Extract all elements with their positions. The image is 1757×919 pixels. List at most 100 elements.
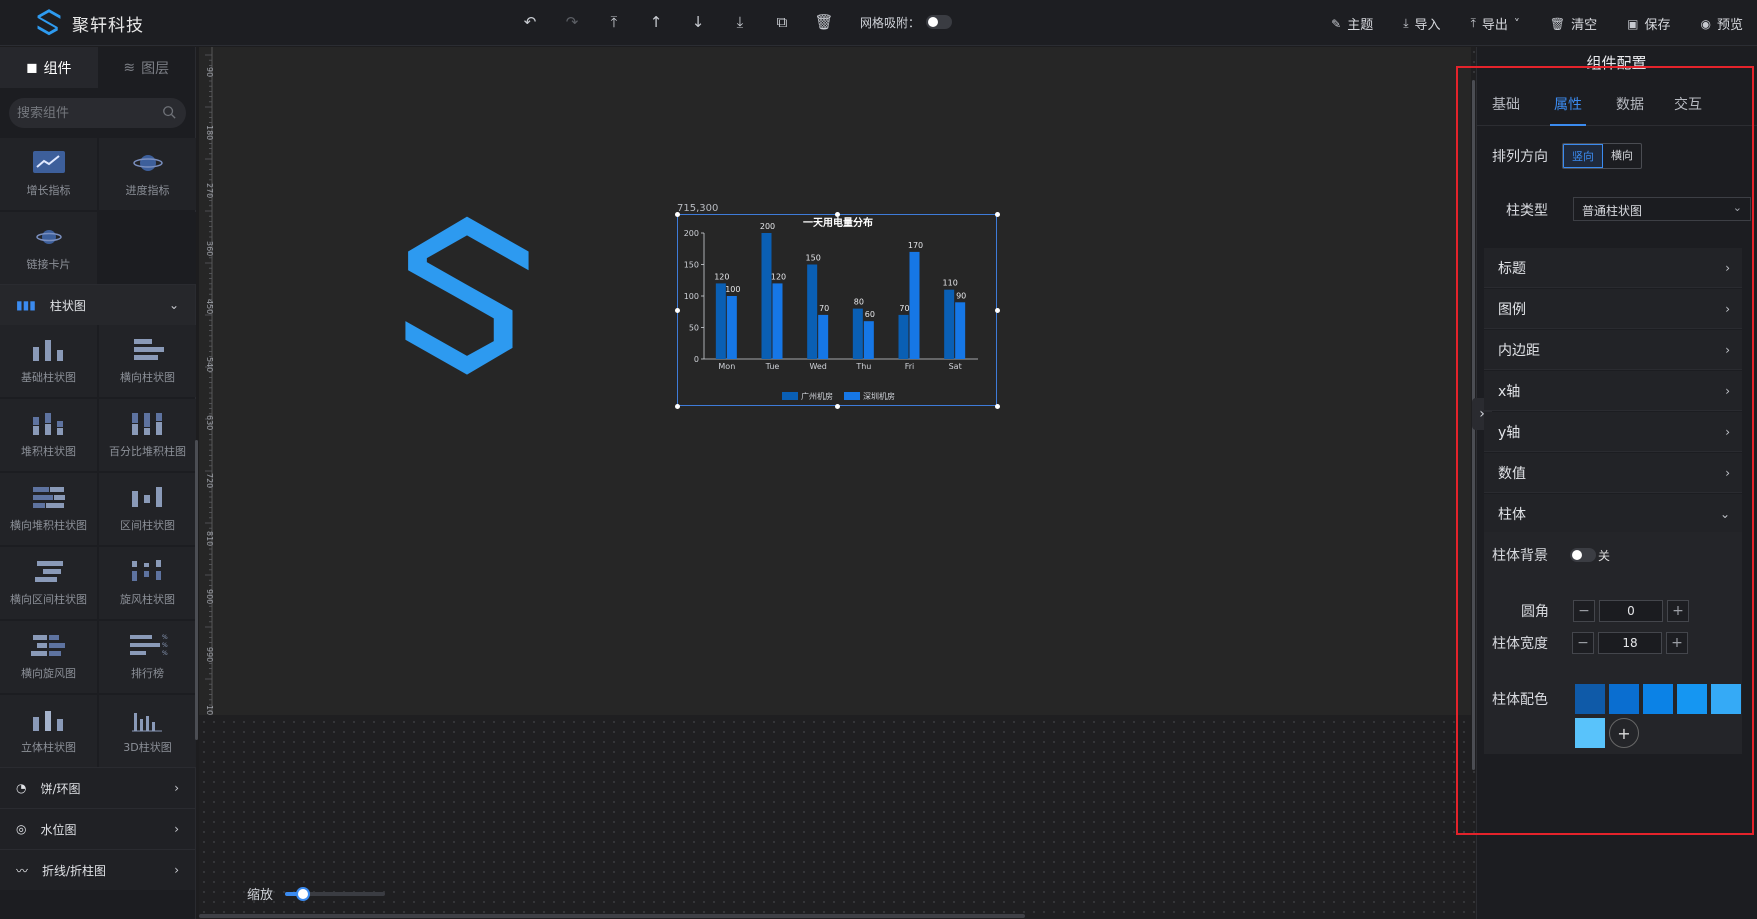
ruler-label: 900 xyxy=(205,589,213,604)
ruler-label: 810 xyxy=(205,531,213,546)
theme-label: 主题 xyxy=(1347,18,1374,33)
zoom-label: 缩放 xyxy=(247,888,274,903)
bar-chart-icon: ▮▮▮ xyxy=(16,298,36,312)
horizontal-bar-icon xyxy=(133,339,164,360)
y-tick-label: 50 xyxy=(689,324,699,333)
chevron-down-icon: ˅ xyxy=(1513,16,1520,31)
card-percent-stacked-bar[interactable]: 百分比堆积柱图 xyxy=(99,399,196,471)
move-bottom-icon[interactable]: ⤓ xyxy=(730,12,750,32)
resize-handle[interactable] xyxy=(835,212,840,217)
undo-icon[interactable]: ↶ xyxy=(520,12,540,32)
category-water-level[interactable]: ◎ 水位图 › xyxy=(0,808,195,849)
card-cyclone-bar[interactable]: 旋风柱状图 xyxy=(99,547,196,619)
bar-value-label: 90 xyxy=(956,291,966,300)
x-tick-label: Fri xyxy=(905,362,915,371)
x-tick-label: Mon xyxy=(718,362,735,371)
card-label: 横向区间柱状图 xyxy=(10,593,87,606)
legend-label: 广州机房 xyxy=(801,391,833,401)
3d-bar-icon xyxy=(131,713,162,732)
clear-button[interactable]: 🗑 清空 xyxy=(1550,14,1597,34)
chart-bar xyxy=(944,289,955,359)
export-icon: ⤒ xyxy=(1470,16,1476,30)
ruler-label: 180 xyxy=(205,125,213,140)
horizontal-range-icon xyxy=(34,561,63,582)
card-range-bar[interactable]: 区间柱状图 xyxy=(99,473,196,545)
ruler-label: 990 xyxy=(205,647,213,662)
card-horizontal-bar[interactable]: 横向柱状图 xyxy=(99,325,196,397)
move-top-icon[interactable]: ⤒ xyxy=(604,12,624,32)
resize-handle[interactable] xyxy=(995,212,1000,217)
theme-button[interactable]: ✎ 主题 xyxy=(1331,14,1374,34)
copy-icon[interactable]: ⧉ xyxy=(772,12,792,32)
card-link-card[interactable]: 链接卡片 xyxy=(0,212,97,284)
search-input[interactable] xyxy=(17,105,167,121)
preview-icon: ◉ xyxy=(1700,16,1711,31)
bar-chart-cards: 基础柱状图 横向柱状图 堆积柱状图 百分比堆积柱图 横向堆积柱状图 区间柱状图 xyxy=(0,325,196,767)
brand-logo-icon xyxy=(37,9,61,36)
left-scrollbar[interactable] xyxy=(195,440,198,740)
save-icon: ▣ xyxy=(1627,16,1639,31)
resize-handle[interactable] xyxy=(675,308,680,313)
card-horizontal-stacked-bar[interactable]: 横向堆积柱状图 xyxy=(0,473,97,545)
tab-layers-label: 图层 xyxy=(141,60,170,77)
top-bar: 聚轩科技 ↶ ↷ ⤒ ↑ ↓ ⤓ ⧉ 🗑 网格吸附： ✎ 主题 ⤓ 导入 ⤒ 导出 ˅ … xyxy=(0,0,1757,46)
ruler-label: 90 xyxy=(205,67,213,77)
resize-handle[interactable] xyxy=(675,212,680,217)
grid-snap-switch[interactable] xyxy=(926,15,953,29)
card-stacked-bar[interactable]: 堆积柱状图 xyxy=(0,399,97,471)
zoom-slider[interactable] xyxy=(285,886,386,901)
svg-text:%: % xyxy=(162,650,168,657)
bar-value-label: 80 xyxy=(854,298,864,307)
resize-handle[interactable] xyxy=(675,404,680,409)
card-progress-indicator[interactable]: 进度指标 xyxy=(99,138,196,210)
bar-value-label: 150 xyxy=(806,254,821,263)
chart-bar xyxy=(898,314,909,359)
resize-handle[interactable] xyxy=(835,404,840,409)
card-growth-indicator[interactable]: 增长指标 xyxy=(0,138,97,210)
toolbar: ↶ ↷ ⤒ ↑ ↓ ⤓ ⧉ 🗑 网格吸附： xyxy=(520,12,953,32)
move-up-icon[interactable]: ↑ xyxy=(646,12,666,32)
preview-button[interactable]: ◉ 预览 xyxy=(1700,14,1744,34)
card-label: 进度指标 xyxy=(125,184,170,197)
resize-handle[interactable] xyxy=(995,404,1000,409)
top-actions: ✎ 主题 ⤓ 导入 ⤒ 导出 ˅ 🗑 清空 ▣ 保存 ◉ 预览 xyxy=(1331,14,1743,33)
category-line[interactable]: 〰 折线/折柱图 › xyxy=(0,849,195,890)
delete-icon[interactable]: 🗑 xyxy=(814,12,834,32)
chevron-down-icon: ⌄ xyxy=(168,298,179,312)
chevron-right-icon: › xyxy=(174,863,179,877)
card-horizontal-range-bar[interactable]: 横向区间柱状图 xyxy=(0,547,97,619)
tab-components-label: 组件 xyxy=(43,60,72,77)
card-ranking[interactable]: %%% 排行榜 xyxy=(99,621,196,693)
card-horizontal-cyclone[interactable]: 横向旋风图 xyxy=(0,621,97,693)
import-button[interactable]: ⤓ 导入 xyxy=(1403,14,1440,33)
card-label: 旋风柱状图 xyxy=(120,593,175,606)
category-label: 水位图 xyxy=(40,822,77,837)
tab-layers[interactable]: ≋ 图层 xyxy=(98,47,196,88)
category-bar-chart[interactable]: ▮▮▮ 柱状图 ⌄ xyxy=(0,284,195,325)
category-pie[interactable]: ◔ 饼/环图 › xyxy=(0,767,195,808)
ruler-label: 630 xyxy=(205,415,213,430)
link-card-icon xyxy=(35,230,62,244)
tab-components[interactable]: ◼ 组件 xyxy=(0,47,98,88)
horizontal-scrollbar[interactable] xyxy=(199,914,1025,918)
zoom-control: 缩放 xyxy=(247,884,386,903)
search-icon xyxy=(163,106,176,119)
export-button[interactable]: ⤒ 导出 ˅ xyxy=(1471,14,1520,33)
move-down-icon[interactable]: ↓ xyxy=(688,12,708,32)
card-3d-bar-cube[interactable]: 立体柱状图 xyxy=(0,695,97,767)
card-3d-bar[interactable]: 3D柱状图 xyxy=(99,695,196,767)
resize-handle[interactable] xyxy=(995,308,1000,313)
save-button[interactable]: ▣ 保存 xyxy=(1627,14,1670,34)
progress-icon xyxy=(132,155,163,171)
component-icon: ◼ xyxy=(25,59,38,76)
redo-icon[interactable]: ↷ xyxy=(562,12,582,32)
left-tabs: ◼ 组件 ≋ 图层 xyxy=(0,47,195,88)
card-basic-bar[interactable]: 基础柱状图 xyxy=(0,325,97,397)
chart-bar xyxy=(818,314,829,359)
zoom-slider-knob[interactable] xyxy=(296,886,311,901)
component-panel: ◼ 组件 ≋ 图层 增长指标 进度指标 链接卡片 ▮▮▮ 柱状图 xyxy=(0,47,196,919)
chart-bar xyxy=(852,308,863,359)
bar-chart-component[interactable]: 一天用电量分布 0 50 100 150 200 120 100 Mon 200 120 Tue 150… xyxy=(677,214,997,406)
card-label: 增长指标 xyxy=(26,184,71,197)
canvas-logo-image[interactable] xyxy=(400,214,534,392)
